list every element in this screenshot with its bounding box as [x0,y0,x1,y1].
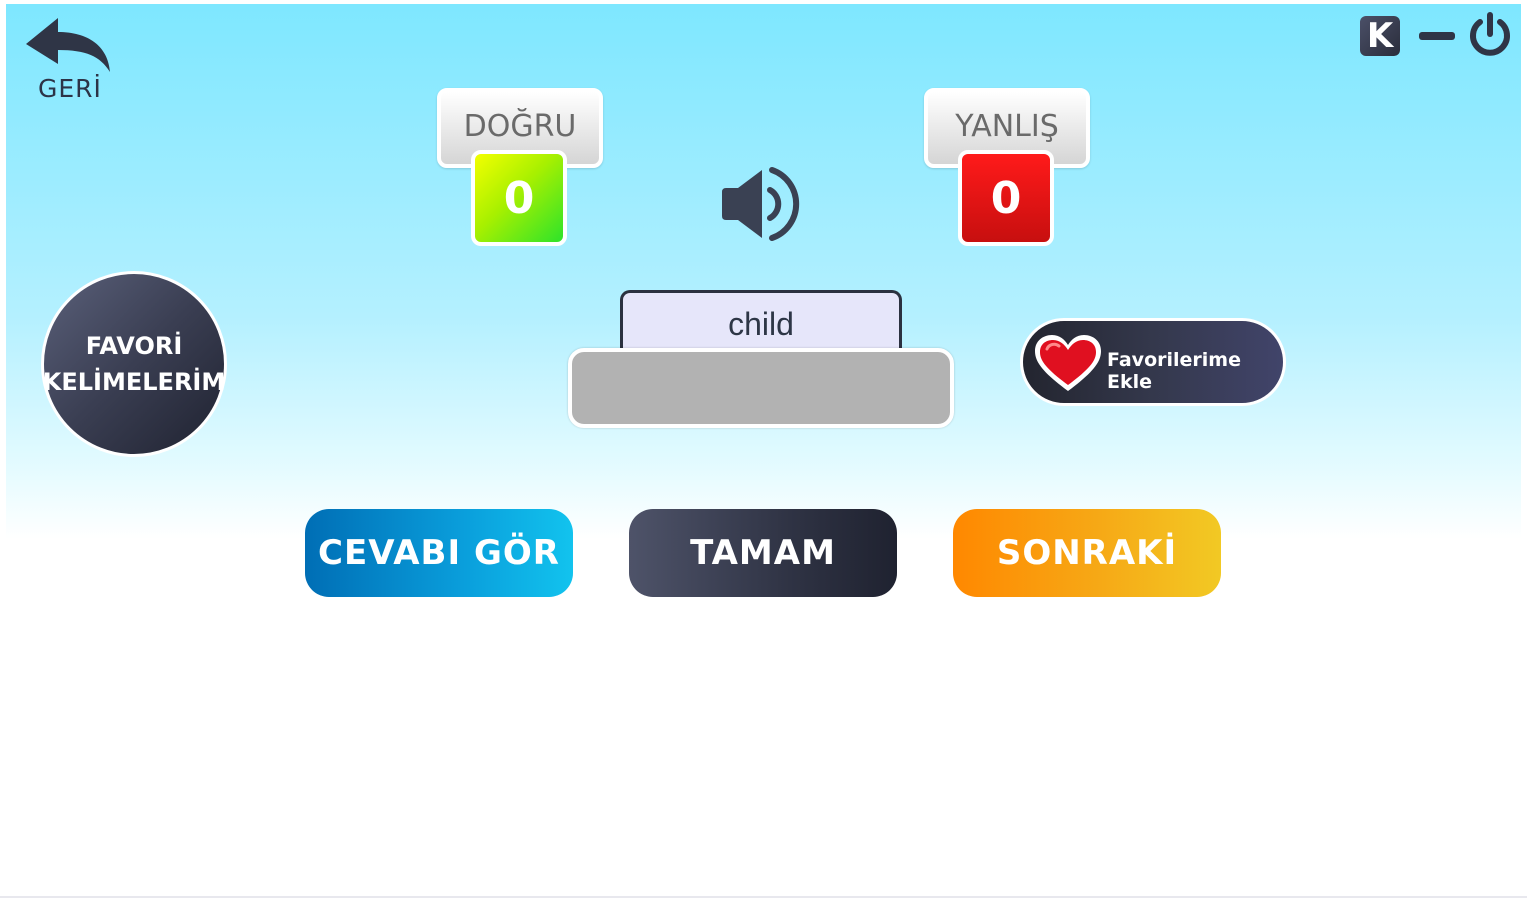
favorite-words-line1: FAVORİ [85,332,183,360]
next-button[interactable]: SONRAKİ [953,509,1221,597]
back-label: GERİ [38,74,102,103]
add-favorite-button[interactable]: Favorilerime Ekle [1020,318,1286,406]
add-favorite-label: Favorilerime Ekle [1107,349,1241,393]
show-answer-button[interactable]: CEVABI GÖR [305,509,573,597]
minimize-icon[interactable] [1419,32,1455,40]
back-button[interactable]: GERİ [24,16,116,108]
k-button[interactable]: K [1360,16,1400,56]
back-arrow-icon [26,18,110,72]
favorite-words-line2: KELİMELERİM [42,368,226,396]
favorite-words-button[interactable]: FAVORİ KELİMELERİM [41,271,227,457]
power-icon[interactable] [1468,12,1512,58]
app-window [6,4,1521,896]
wrong-count: 0 [958,150,1054,246]
speaker-icon[interactable] [718,164,808,244]
correct-count: 0 [471,150,567,246]
heart-icon [1035,335,1101,391]
word-prompt: child [620,290,902,356]
answer-input[interactable] [568,348,954,428]
ok-button[interactable]: TAMAM [629,509,897,597]
